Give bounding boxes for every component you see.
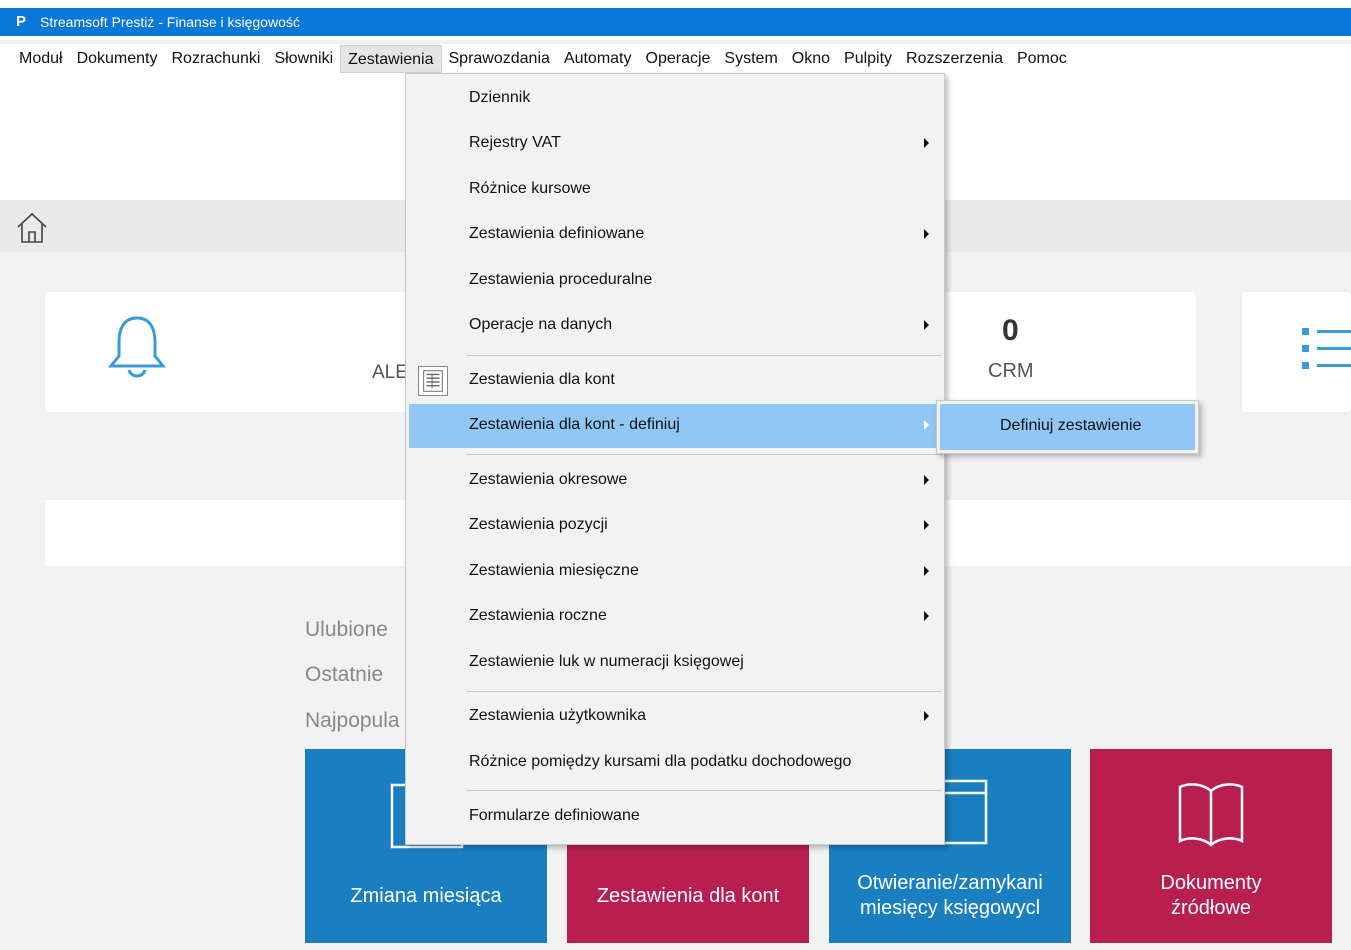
dd-zestawienia-pozycji[interactable]: Zestawienia pozycji [409, 504, 941, 548]
list-card[interactable] [1242, 292, 1351, 412]
tile-label-line2: miesięcy księgowycl [859, 897, 1041, 919]
menu-pomoc[interactable]: Pomoc [1010, 45, 1074, 73]
dd-label: Zestawienia proceduralne [469, 271, 653, 288]
dd-roznice-pomiedzy-kursami[interactable]: Różnice pomiędzy kursami dla podatku doc… [409, 741, 941, 785]
dd-zestawienia-proceduralne[interactable]: Zestawienia proceduralne [409, 259, 941, 303]
tile-label-line1: Dokumenty [1160, 872, 1262, 894]
definiuj-submenu: Definiuj zestawienie [936, 400, 1199, 454]
dd-formularze-definiowane[interactable]: Formularze definiowane [409, 795, 941, 839]
dd-rejestry-vat[interactable]: Rejestry VAT [409, 122, 941, 166]
dd-zestawienia-roczne[interactable]: Zestawienia roczne [409, 595, 941, 639]
submenu-arrow-icon [924, 229, 929, 239]
dd-zestawienia-uzytkownika[interactable]: Zestawienia użytkownika [409, 695, 941, 739]
crm-count: 0 [1002, 314, 1019, 347]
dd-zestawienia-definiowane[interactable]: Zestawienia definiowane [409, 213, 941, 257]
menu-automaty[interactable]: Automaty [557, 45, 639, 73]
title-strip[interactable]: P Streamsoft Prestiż - Finanse i księgow… [0, 8, 1351, 36]
alerts-card[interactable]: ALE [45, 292, 420, 412]
dd-label: Zestawienia użytkownika [469, 707, 646, 724]
tile-label-line2: źródłowe [1170, 897, 1252, 919]
book-icon [1178, 783, 1244, 847]
recent-link[interactable]: Ostatnie [305, 663, 383, 687]
dd-zestawienia-dla-kont[interactable]: Zestawienia dla kont [409, 359, 941, 403]
dd-label: Zestawienia pozycji [469, 516, 608, 533]
dd-zestawienia-miesieczne[interactable]: Zestawienia miesięczne [409, 550, 941, 594]
menu-zestawienia[interactable]: Zestawienia [340, 44, 442, 73]
dd-label: Zestawienia definiowane [469, 225, 645, 242]
tile-dokumenty-zrodlowe[interactable]: Dokumenty źródłowe [1090, 749, 1332, 943]
menu-rozrachunki[interactable]: Rozrachunki [165, 45, 268, 73]
tile-label-line1: Otwieranie/zamykani [857, 872, 1043, 894]
menu-pulpity[interactable]: Pulpity [837, 45, 899, 73]
bell-icon [107, 316, 167, 378]
dd-label: Formularze definiowane [469, 807, 640, 824]
menu-okno[interactable]: Okno [785, 45, 837, 73]
dd-label: Różnice kursowe [469, 180, 591, 197]
dd-separator [466, 691, 942, 692]
alerts-label: ALE [372, 362, 408, 383]
dd-separator [466, 355, 942, 356]
menu-dokumenty[interactable]: Dokumenty [70, 45, 165, 73]
dd-label: Różnice pomiędzy kursami dla podatku doc… [469, 753, 852, 770]
app-logo-icon: P [16, 13, 27, 30]
submenu-label: Definiuj zestawienie [1000, 417, 1142, 434]
dd-label: Operacje na danych [469, 316, 613, 333]
menu-slowniki[interactable]: Słowniki [267, 45, 340, 73]
spreadsheet-icon [418, 366, 448, 396]
submenu-arrow-icon [924, 420, 929, 430]
submenu-arrow-icon [924, 520, 929, 530]
menu-modul[interactable]: Moduł [12, 45, 70, 73]
submenu-arrow-icon [924, 566, 929, 576]
zestawienia-dropdown: Dziennik Rejestry VAT Różnice kursowe Ze… [405, 73, 945, 845]
menu-sprawozdania[interactable]: Sprawozdania [442, 45, 557, 73]
list-icon [1302, 328, 1351, 369]
popular-link[interactable]: Najpopula [305, 709, 400, 733]
submenu-definiuj-zestawienie[interactable]: Definiuj zestawienie [940, 404, 1195, 450]
menu-rozszerzenia[interactable]: Rozszerzenia [899, 45, 1010, 73]
dd-label: Zestawienie luk w numeracji księgowej [469, 653, 744, 670]
dd-operacje-na-danych[interactable]: Operacje na danych [409, 304, 941, 348]
dd-label: Rejestry VAT [469, 134, 561, 151]
favorites-link[interactable]: Ulubione [305, 618, 388, 642]
dd-separator [466, 790, 942, 791]
dd-label: Zestawienia roczne [469, 607, 607, 624]
dd-dziennik[interactable]: Dziennik [409, 77, 941, 121]
dd-roznice-kursowe[interactable]: Różnice kursowe [409, 168, 941, 212]
window-title: Streamsoft Prestiż - Finanse i księgowoś… [40, 14, 300, 30]
menu-bar: Moduł Dokumenty Rozrachunki Słowniki Zes… [0, 44, 1351, 73]
submenu-arrow-icon [924, 711, 929, 721]
dd-label: Dziennik [469, 89, 531, 106]
dd-label: Zestawienia miesięczne [469, 562, 639, 579]
title-bar: P Streamsoft Prestiż - Finanse i księgow… [0, 0, 1351, 40]
tile-label: Zmiana miesiąca [350, 885, 502, 907]
dd-separator [466, 454, 942, 455]
menu-operacje[interactable]: Operacje [639, 45, 718, 73]
dd-zestawienia-okresowe[interactable]: Zestawienia okresowe [409, 459, 941, 503]
tile-label: Zestawienia dla kont [596, 885, 780, 907]
crm-label: CRM [988, 360, 1034, 382]
dd-zestawienia-dla-kont-definiuj[interactable]: Zestawienia dla kont - definiuj [409, 404, 941, 448]
home-icon[interactable] [14, 210, 50, 246]
dd-label: Zestawienia dla kont - definiuj [469, 416, 680, 433]
submenu-arrow-icon [924, 138, 929, 148]
submenu-arrow-icon [924, 475, 929, 485]
dd-label: Zestawienia okresowe [469, 471, 628, 488]
dd-label: Zestawienia dla kont [469, 371, 615, 388]
submenu-arrow-icon [924, 611, 929, 621]
submenu-arrow-icon [924, 320, 929, 330]
menu-system[interactable]: System [717, 45, 784, 73]
dd-zestawienie-luk[interactable]: Zestawienie luk w numeracji księgowej [409, 641, 941, 685]
